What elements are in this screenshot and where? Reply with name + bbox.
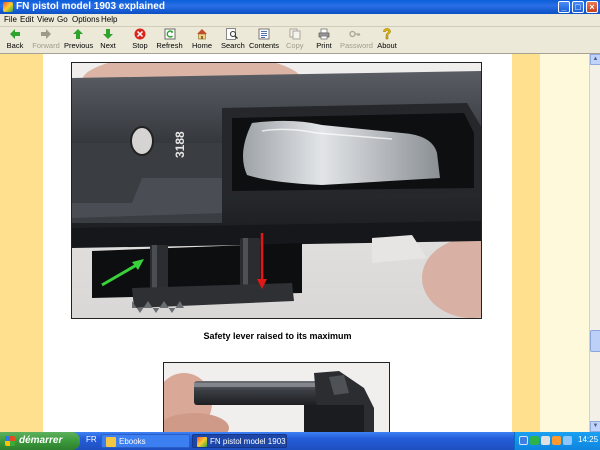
copy-icon — [289, 28, 300, 40]
clock[interactable]: 14:25 — [578, 435, 598, 444]
previous-label: Previous — [64, 41, 94, 50]
print-icon — [318, 28, 330, 40]
menu-view[interactable]: View — [37, 15, 54, 24]
maximize-button[interactable]: □ — [572, 1, 584, 13]
about-label: About — [377, 41, 397, 50]
serial-number: 3188 — [173, 131, 187, 158]
stop-button[interactable]: Stop — [131, 28, 149, 53]
search-button[interactable]: Search — [221, 28, 245, 53]
copy-button[interactable]: Copy — [286, 28, 304, 53]
taskbar-item-ebooks[interactable]: Ebooks — [101, 434, 190, 448]
windows-logo-icon — [5, 436, 15, 446]
folder-icon — [106, 437, 116, 447]
password-label: Password — [340, 41, 373, 50]
back-label: Back — [6, 41, 24, 50]
forward-label: Forward — [32, 41, 60, 50]
display-icon[interactable] — [563, 436, 572, 445]
stop-label: Stop — [132, 41, 148, 50]
contents-label: Contents — [249, 41, 280, 50]
tray-app-icon[interactable] — [552, 436, 561, 445]
system-tray: 14:25 — [514, 432, 600, 450]
scroll-up-arrow-icon[interactable]: ▲ — [590, 54, 600, 65]
refresh-icon — [164, 28, 175, 40]
page-margin-right — [512, 54, 540, 432]
pistol-frame-photo: 3188 — [71, 62, 482, 319]
down-arrow-icon — [103, 29, 113, 39]
menu-go[interactable]: Go — [57, 15, 68, 24]
page-margin-left — [0, 54, 43, 432]
menu-options[interactable]: Options — [72, 15, 100, 24]
home-button[interactable]: Home — [191, 28, 213, 53]
contents-button[interactable]: Contents — [249, 28, 280, 53]
next-label: Next — [100, 41, 116, 50]
taskbar: démarrer FR Ebooks FN pistol model 1903 … — [0, 432, 600, 450]
toolbar: Back Forward Previous Next Stop Refresh … — [0, 27, 600, 54]
up-arrow-icon — [73, 29, 83, 39]
home-icon — [197, 29, 207, 40]
about-button[interactable]: About — [377, 28, 397, 53]
task-label: FN pistol model 1903 ... — [210, 437, 287, 446]
back-button[interactable]: Back — [4, 28, 26, 53]
print-button[interactable]: Print — [316, 28, 332, 53]
back-arrow-icon — [10, 29, 20, 39]
taskbar-item-fn-pistol[interactable]: FN pistol model 1903 ... — [192, 434, 287, 448]
refresh-label: Refresh — [156, 41, 183, 50]
scroll-thumb[interactable] — [590, 330, 600, 352]
minimize-button[interactable]: _ — [558, 1, 570, 13]
vertical-scrollbar[interactable]: ▲ ▼ — [589, 54, 600, 432]
contents-icon — [258, 28, 269, 40]
next-button[interactable]: Next — [98, 28, 118, 53]
copy-label: Copy — [286, 41, 304, 50]
page-margin-right-light — [540, 54, 589, 432]
app-icon — [3, 2, 13, 12]
menu-bar: File Edit View Go Options Help — [0, 14, 600, 27]
forward-arrow-icon — [41, 29, 51, 39]
previous-button[interactable]: Previous — [64, 28, 94, 53]
about-icon — [383, 28, 391, 40]
password-button[interactable]: Password — [340, 28, 373, 53]
task-label: Ebooks — [119, 437, 146, 446]
safety-lever-closeup-photo — [163, 362, 390, 432]
ebook-app-icon — [197, 437, 207, 447]
search-label: Search — [221, 41, 245, 50]
stop-icon — [134, 28, 146, 40]
key-icon — [349, 30, 361, 38]
print-label: Print — [316, 41, 332, 50]
menu-help[interactable]: Help — [101, 15, 117, 24]
start-label: démarrer — [19, 435, 63, 446]
network-icon[interactable] — [519, 436, 528, 445]
scroll-down-arrow-icon[interactable]: ▼ — [590, 421, 600, 432]
close-button[interactable]: × — [586, 1, 598, 13]
volume-icon[interactable] — [541, 436, 550, 445]
security-icon[interactable] — [530, 436, 539, 445]
home-label: Home — [191, 41, 212, 50]
menu-edit[interactable]: Edit — [20, 15, 34, 24]
start-button[interactable]: démarrer — [0, 432, 80, 450]
forward-button[interactable]: Forward — [32, 28, 60, 53]
title-bar[interactable]: FN pistol model 1903 explained _ □ × — [0, 0, 600, 14]
menu-file[interactable]: File — [4, 15, 17, 24]
photo-caption: Safety lever raised to its maximum — [203, 331, 352, 341]
window-title: FN pistol model 1903 explained — [16, 1, 165, 12]
document-view[interactable]: 3188 Safety lever raised to its maximum — [0, 54, 589, 432]
language-indicator[interactable]: FR — [86, 435, 97, 444]
refresh-button[interactable]: Refresh — [156, 28, 183, 53]
search-icon — [226, 28, 238, 40]
